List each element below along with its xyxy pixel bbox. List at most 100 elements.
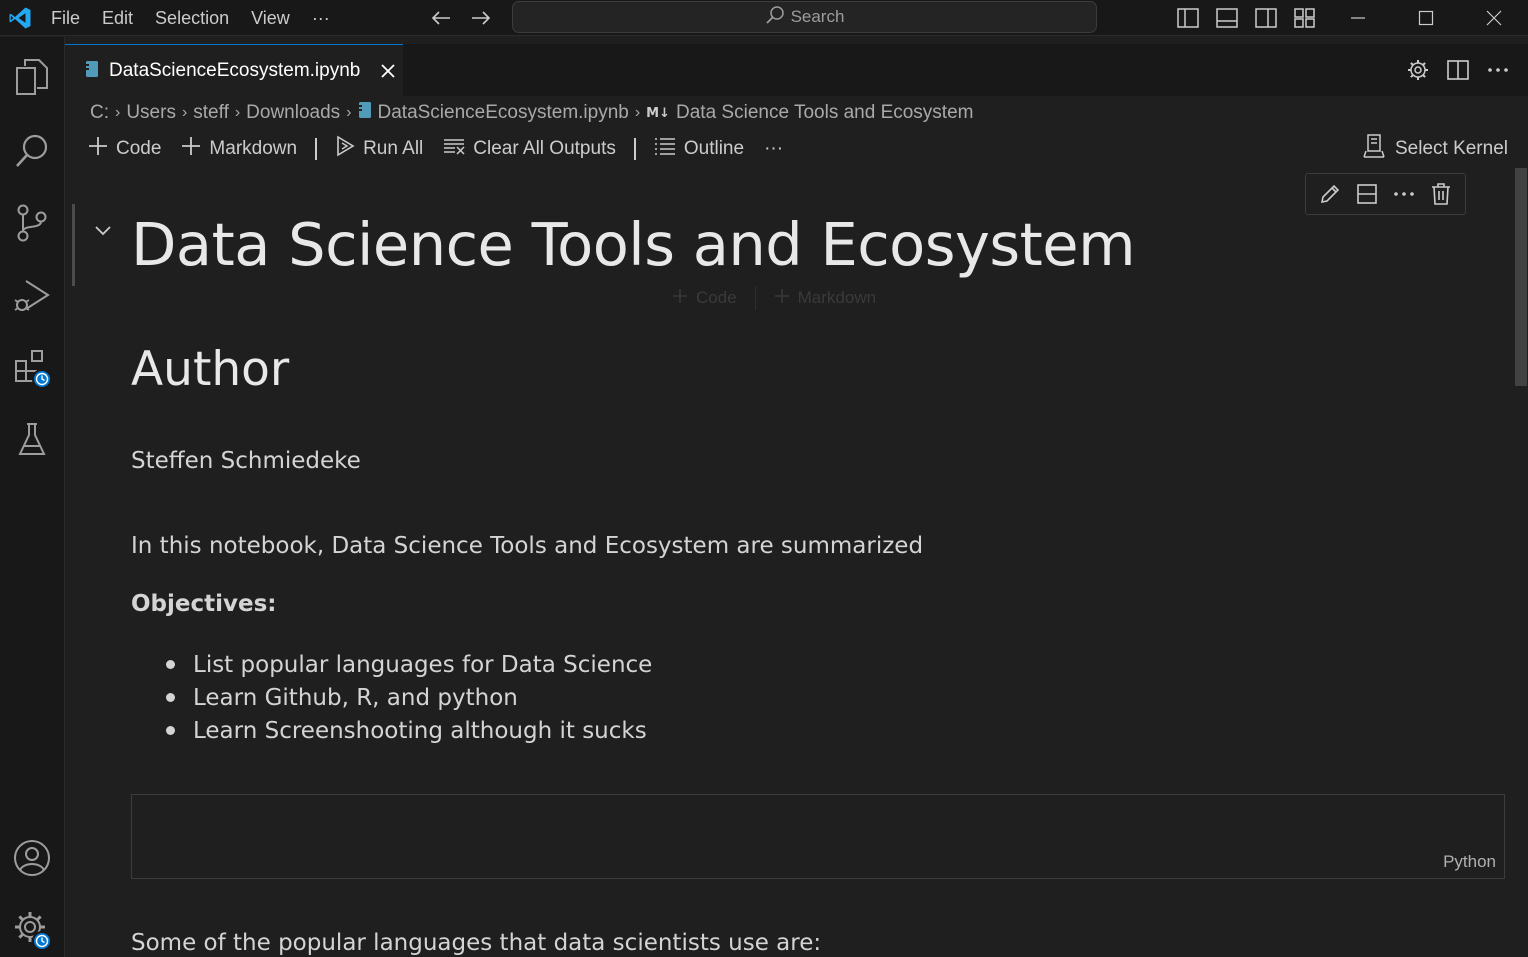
notebook-settings-gear-icon[interactable] — [1402, 54, 1434, 86]
testing-flask-icon[interactable] — [0, 407, 64, 471]
plus-icon — [181, 136, 201, 162]
toggle-panel-icon[interactable] — [1207, 0, 1246, 36]
menu-file[interactable]: File — [40, 0, 91, 36]
vscode-logo-icon — [0, 0, 40, 36]
title-bar: File Edit Selection View ··· Search — [0, 0, 1528, 36]
search-icon — [765, 5, 785, 29]
breadcrumb-section[interactable]: Data Science Tools and Ecosystem — [676, 102, 973, 124]
author-heading: Author — [131, 342, 290, 397]
tab-notebook[interactable]: DataScienceEcosystem.ipynb — [65, 44, 403, 96]
objectives-list: List popular languages for Data Science … — [164, 648, 652, 747]
add-markdown-cell-button[interactable]: Markdown — [171, 136, 307, 162]
code-cell-editor[interactable]: Python — [131, 794, 1505, 879]
breadcrumb: C: › Users › steff › Downloads › DataSci… — [90, 98, 973, 128]
languages-intro-paragraph: Some of the popular languages that data … — [131, 930, 822, 956]
notebook-file-icon — [358, 101, 372, 125]
chevron-down-icon[interactable] — [93, 220, 113, 244]
source-control-icon[interactable] — [0, 191, 64, 255]
intro-paragraph: In this notebook, Data Science Tools and… — [131, 533, 924, 559]
chevron-right-icon: › — [181, 104, 188, 121]
select-kernel-button[interactable]: Select Kernel — [1363, 132, 1508, 166]
list-icon — [654, 137, 676, 161]
update-clock-icon — [32, 369, 52, 389]
author-name: Steffen Schmiedeke — [131, 448, 361, 474]
forward-arrow-icon[interactable] — [464, 3, 498, 33]
extensions-icon[interactable] — [0, 335, 64, 399]
minimize-icon[interactable] — [1324, 0, 1392, 36]
ghost-plus-icon — [774, 288, 790, 309]
ghost-insert-markdown[interactable]: Markdown — [798, 288, 876, 308]
close-window-icon[interactable] — [1460, 0, 1528, 36]
run-all-label: Run All — [363, 138, 424, 159]
add-markdown-label: Markdown — [209, 138, 298, 159]
outline-button[interactable]: Outline — [644, 137, 754, 161]
notebook-title-heading: Data Science Tools and Ecosystem — [131, 210, 1136, 279]
maximize-icon[interactable] — [1392, 0, 1460, 36]
customize-layout-icon[interactable] — [1285, 0, 1324, 36]
breadcrumb-drive[interactable]: C: — [90, 102, 109, 124]
search-placeholder: Search — [790, 7, 845, 26]
layout-controls — [1168, 0, 1324, 36]
bullet-dot — [166, 726, 175, 735]
menu-more[interactable]: ··· — [301, 0, 341, 36]
chevron-right-icon: › — [634, 104, 641, 121]
scrollbar-thumb[interactable] — [1515, 168, 1527, 386]
bullet-dot — [166, 693, 175, 702]
explorer-icon[interactable] — [0, 45, 64, 109]
navigation-arrows — [424, 0, 498, 36]
objective-text: List popular languages for Data Science — [193, 651, 653, 678]
menu-view[interactable]: View — [240, 0, 301, 36]
ghost-plus-icon — [672, 288, 688, 309]
cell-language-label[interactable]: Python — [1443, 852, 1496, 872]
menu-edit[interactable]: Edit — [91, 0, 144, 36]
menu-bar: File Edit Selection View ··· — [40, 0, 341, 36]
ghost-insert-code[interactable]: Code — [696, 288, 737, 308]
run-all-icon — [335, 135, 355, 163]
add-code-cell-button[interactable]: Code — [78, 136, 171, 162]
objective-text: Learn Screenshooting although it sucks — [193, 717, 647, 744]
split-cell-icon[interactable] — [1352, 179, 1382, 209]
editor-tab-bar: DataScienceEcosystem.ipynb — [65, 44, 1528, 96]
plus-icon — [88, 136, 108, 162]
toggle-primary-sidebar-icon[interactable] — [1168, 0, 1207, 36]
toolbar-more-button[interactable]: ··· — [754, 138, 793, 160]
back-arrow-icon[interactable] — [424, 3, 458, 33]
kernel-server-icon — [1363, 134, 1385, 164]
edit-cell-pencil-icon[interactable] — [1315, 179, 1345, 209]
bullet-dot — [166, 660, 175, 669]
notebook-toolbar: Code Markdown Run All Clear All Outputs … — [78, 132, 1518, 166]
clear-outputs-icon — [443, 137, 465, 161]
more-label: ··· — [764, 138, 784, 159]
cell-more-actions-icon[interactable] — [1389, 179, 1419, 209]
clear-all-outputs-button[interactable]: Clear All Outputs — [433, 137, 626, 161]
ghost-divider — [754, 286, 756, 310]
accounts-icon[interactable] — [0, 826, 64, 890]
chevron-right-icon: › — [346, 104, 352, 121]
activity-bar — [0, 37, 65, 957]
breadcrumb-folder[interactable]: Downloads — [246, 102, 340, 124]
run-all-button[interactable]: Run All — [325, 135, 433, 163]
insert-cell-hint: Code Markdown — [672, 284, 876, 312]
notebook-file-icon — [85, 60, 99, 82]
close-tab-icon[interactable] — [376, 59, 400, 83]
run-and-debug-icon[interactable] — [0, 263, 64, 327]
more-actions-icon[interactable] — [1482, 54, 1514, 86]
toggle-secondary-sidebar-icon[interactable] — [1246, 0, 1285, 36]
breadcrumb-file[interactable]: DataScienceEcosystem.ipynb — [378, 102, 629, 124]
cell-toolbar — [1305, 173, 1466, 215]
menu-selection[interactable]: Selection — [144, 0, 240, 36]
objectives-label: Objectives: — [131, 591, 277, 617]
toolbar-divider — [633, 138, 636, 160]
delete-cell-trash-icon[interactable] — [1426, 179, 1456, 209]
command-center-search[interactable]: Search — [512, 1, 1097, 33]
search-sidebar-icon[interactable] — [0, 119, 64, 183]
cell-focus-indicator — [72, 204, 75, 286]
list-item: List popular languages for Data Science — [164, 648, 652, 681]
breadcrumb-users[interactable]: Users — [126, 102, 176, 124]
list-item: Learn Screenshooting although it sucks — [164, 714, 652, 747]
manage-gear-icon[interactable] — [0, 897, 64, 957]
editor-actions — [1402, 54, 1514, 86]
window-controls — [1324, 0, 1528, 36]
split-editor-icon[interactable] — [1442, 54, 1474, 86]
breadcrumb-user[interactable]: steff — [193, 102, 229, 124]
